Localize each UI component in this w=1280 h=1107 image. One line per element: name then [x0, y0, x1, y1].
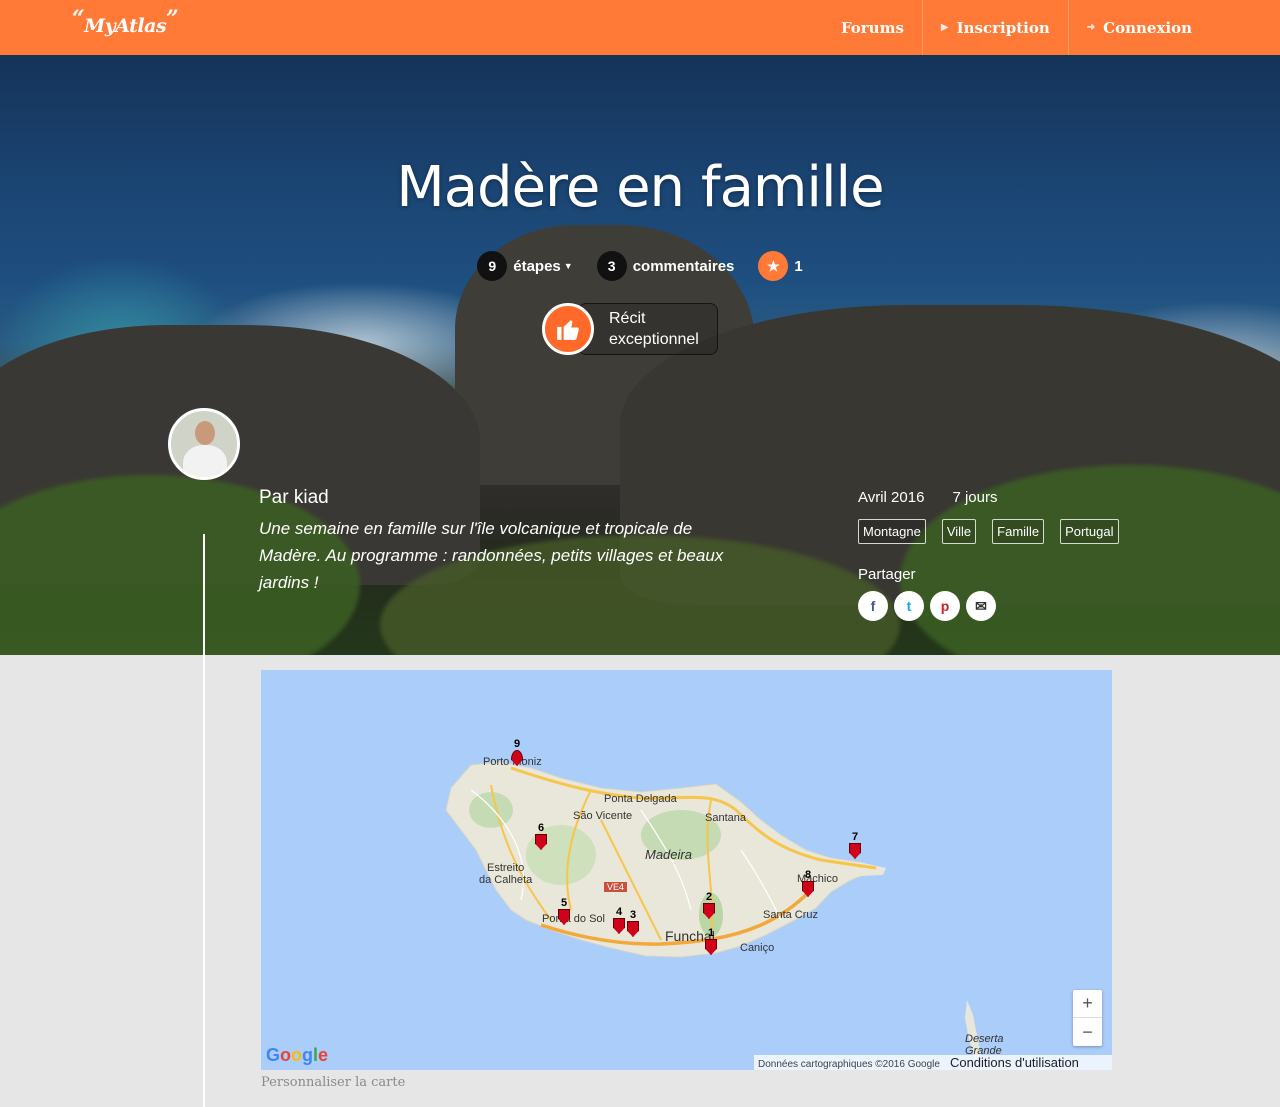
avatar-head	[195, 421, 215, 445]
map-marker[interactable]: 5	[558, 897, 570, 925]
tag-portugal[interactable]: Portugal	[1060, 519, 1119, 544]
google-logo[interactable]: Google	[266, 1045, 328, 1066]
tag-montagne[interactable]: Montagne	[858, 519, 926, 544]
avatar-body	[183, 445, 227, 477]
map-marker[interactable]: 7	[849, 831, 861, 859]
map-marker[interactable]: 1	[705, 927, 717, 955]
trip-date: Avril 2016	[858, 489, 925, 506]
marker-pin-icon	[535, 834, 547, 850]
thumbs-up-icon	[542, 303, 594, 355]
chevron-down-icon: ▼	[563, 261, 573, 271]
steps-label: étapes	[513, 257, 561, 275]
marker-number: 7	[851, 831, 859, 843]
zoom-in-button[interactable]: +	[1073, 990, 1102, 1018]
caret-right-icon: ▶	[940, 22, 949, 33]
marker-pin-icon	[511, 750, 523, 766]
marker-number: 6	[537, 822, 545, 834]
marker-number: 2	[705, 891, 713, 903]
marker-pin-icon	[802, 881, 814, 897]
share-label: Partager	[858, 566, 916, 583]
pinterest-icon[interactable]: p	[930, 591, 960, 621]
twitter-icon[interactable]: t	[894, 591, 924, 621]
marker-pin-icon	[705, 939, 717, 955]
map-marker[interactable]: 3	[627, 909, 639, 937]
nav-inscription[interactable]: ▶ Inscription	[921, 0, 1068, 55]
facebook-icon[interactable]: f	[858, 591, 888, 621]
steps-dropdown[interactable]: 9 étapes ▼	[477, 251, 573, 281]
map-marker[interactable]: 8	[802, 869, 814, 897]
nav-connexion-label: Connexion	[1103, 18, 1192, 37]
map-terms-link[interactable]: Conditions d'utilisation	[950, 1055, 1079, 1070]
exceptional-story-award: Récit exceptionnel	[542, 303, 718, 355]
award-label-line2: exceptionnel	[609, 331, 699, 348]
trip-description: Une semaine en famille sur l'île volcani…	[259, 519, 724, 592]
map-marker[interactable]: 4	[613, 906, 625, 934]
marker-number: 4	[615, 906, 623, 918]
map-zoom-control: + −	[1073, 990, 1102, 1046]
award-label-line1: Récit	[609, 310, 646, 327]
customize-map-link[interactable]: Personnaliser la carte	[261, 1075, 405, 1090]
nav-inscription-label: Inscription	[956, 18, 1050, 37]
marker-pin-icon	[613, 918, 625, 934]
map-marker[interactable]: 9	[511, 738, 523, 766]
steps-count-badge: 9	[477, 251, 508, 281]
map-attribution-bar: Données cartographiques ©2016 Google Cond…	[754, 1055, 1112, 1070]
nav-connexion[interactable]: ➜ Connexion	[1067, 0, 1210, 55]
comments-link[interactable]: 3 commentaires	[596, 251, 735, 281]
marker-pin-icon	[703, 903, 715, 919]
hero-cover: Madère en famille 9 étapes ▼ 3 commentai…	[0, 55, 1280, 655]
map-markers: 9 6 5 4 3 2 1 8 7	[261, 670, 1112, 1070]
author-avatar[interactable]	[168, 408, 240, 480]
author-name[interactable]: Par kiad	[259, 487, 329, 509]
trip-map[interactable]: Porto Moniz Ponta Delgada São Vicente Sa…	[261, 670, 1112, 1070]
main-nav: Forums ▶ Inscription ➜ Connexion	[823, 0, 1210, 55]
marker-number: 1	[707, 927, 715, 939]
nav-forums[interactable]: Forums	[823, 0, 922, 55]
zoom-out-button[interactable]: −	[1073, 1018, 1102, 1046]
comments-count-badge: 3	[596, 251, 627, 281]
map-marker[interactable]: 2	[703, 891, 715, 919]
map-marker[interactable]: 6	[535, 822, 547, 850]
marker-number: 5	[560, 897, 568, 909]
trip-duration: 7 jours	[952, 489, 998, 506]
star-icon: ★	[758, 251, 789, 281]
tag-list: Montagne Ville Famille Portugal	[858, 519, 1119, 544]
marker-pin-icon	[627, 921, 639, 937]
marker-pin-icon	[558, 909, 570, 925]
marker-number: 3	[629, 909, 637, 921]
sign-in-icon: ➜	[1086, 22, 1096, 33]
favorite-button[interactable]: ★ 1	[758, 251, 803, 281]
map-attribution: Données cartographiques ©2016 Google	[758, 1059, 940, 1070]
tag-ville[interactable]: Ville	[941, 519, 977, 544]
logo[interactable]: “MyAtlas”	[72, 6, 179, 38]
trip-meta: Avril 2016 7 jours	[858, 489, 997, 506]
page-title: Madère en famille	[396, 155, 884, 220]
favorites-count: 1	[794, 257, 803, 275]
comments-label: commentaires	[632, 257, 735, 275]
top-bar: “MyAtlas” Forums ▶ Inscription ➜ Connexion	[0, 0, 1280, 55]
marker-pin-icon	[849, 843, 861, 859]
award-label: Récit exceptionnel	[578, 303, 718, 355]
tag-famille[interactable]: Famille	[992, 519, 1045, 544]
share-buttons: f t p ✉	[858, 591, 1002, 621]
email-icon[interactable]: ✉	[966, 591, 996, 621]
timeline-line	[203, 534, 205, 1107]
marker-number: 9	[513, 738, 521, 750]
marker-number: 8	[804, 869, 812, 881]
trip-stats: 9 étapes ▼ 3 commentaires ★ 1	[0, 251, 1280, 281]
nav-forums-label: Forums	[840, 18, 904, 37]
